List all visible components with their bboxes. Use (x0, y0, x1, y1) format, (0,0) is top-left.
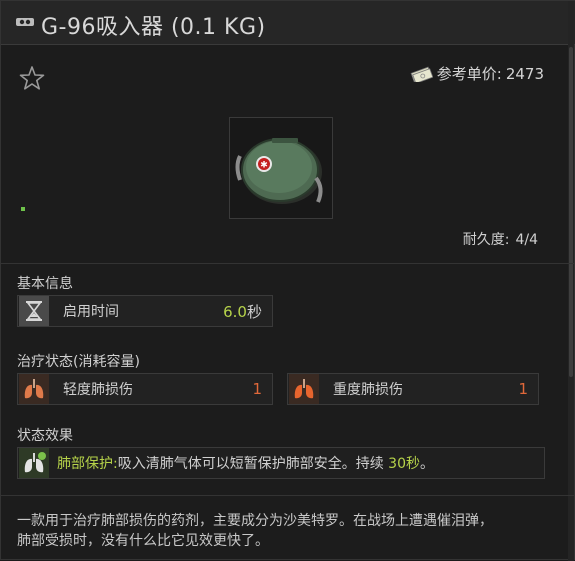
price-value: 2473 (505, 64, 544, 83)
durability-value: 4/4 (515, 232, 538, 248)
stat-value: 1 (518, 380, 528, 398)
effect-name: 肺部保护: (57, 456, 118, 472)
stat-value-number: 6.0 (223, 302, 247, 321)
status-indicator (21, 207, 25, 211)
stat-label: 重度肺损伤 (333, 382, 403, 398)
item-inspect-panel: G-96吸入器 (0.1 KG) 参考单价: 2473 ✱ 耐久度: 4/4 基… (0, 0, 575, 561)
reference-price: 参考单价: 2473 (409, 63, 544, 84)
effect-lung-protection: 肺部保护:吸入清肺气体可以短暂保护肺部安全。持续 30秒。 (17, 447, 545, 479)
lungs-icon (289, 374, 319, 404)
effects-title: 状态效果 (17, 428, 73, 444)
inhaler-item-icon: ✱ (235, 138, 323, 204)
stat-activation-time: 启用时间 6.0秒 (17, 295, 273, 327)
effect-end: 。 (420, 456, 434, 472)
divider (1, 495, 575, 496)
stat-label: 轻度肺损伤 (63, 382, 133, 398)
money-icon (410, 66, 433, 82)
effect-duration: 30秒 (388, 456, 420, 472)
stat-light-lung-damage: 轻度肺损伤 1 (17, 373, 273, 405)
window-title: G-96吸入器 (0.1 KG) (41, 15, 266, 40)
favorite-star-icon[interactable] (19, 65, 45, 91)
eye-icon (16, 18, 34, 26)
hourglass-icon (19, 296, 49, 326)
description-line: 肺部受损时，没有什么比它见效更快了。 (17, 533, 269, 549)
svg-text:✱: ✱ (260, 161, 268, 171)
description-line: 一款用于治疗肺部损伤的药剂，主要成分为沙美特罗。在战场上遭遇催泪弹， (17, 513, 493, 529)
stat-heavy-lung-damage: 重度肺损伤 1 (287, 373, 539, 405)
divider (1, 263, 575, 264)
price-label: 参考单价: (436, 65, 502, 83)
lungs-shield-icon (19, 448, 49, 478)
durability-label: 耐久度: (462, 232, 510, 248)
title-bar[interactable]: G-96吸入器 (0.1 KG) (1, 1, 575, 45)
durability: 耐久度: 4/4 (463, 229, 538, 249)
stat-value: 1 (252, 380, 262, 398)
scrollbar-thumb[interactable] (569, 47, 573, 377)
effect-text: 肺部保护:吸入清肺气体可以短暂保护肺部安全。持续 30秒。 (57, 453, 434, 473)
stat-label: 启用时间 (63, 304, 119, 320)
stat-unit: 秒 (246, 302, 262, 321)
effect-description: 吸入清肺气体可以短暂保护肺部安全。持续 (117, 456, 384, 472)
lungs-icon (19, 374, 49, 404)
item-image-frame: ✱ (229, 117, 333, 219)
item-description: 一款用于治疗肺部损伤的药剂，主要成分为沙美特罗。在战场上遭遇催泪弹， 肺部受损时… (17, 511, 547, 551)
scrollbar[interactable] (568, 1, 574, 561)
treatment-title: 治疗状态(消耗容量) (17, 354, 140, 370)
basic-info-title: 基本信息 (17, 276, 73, 292)
stat-value: 6.0秒 (223, 301, 262, 322)
